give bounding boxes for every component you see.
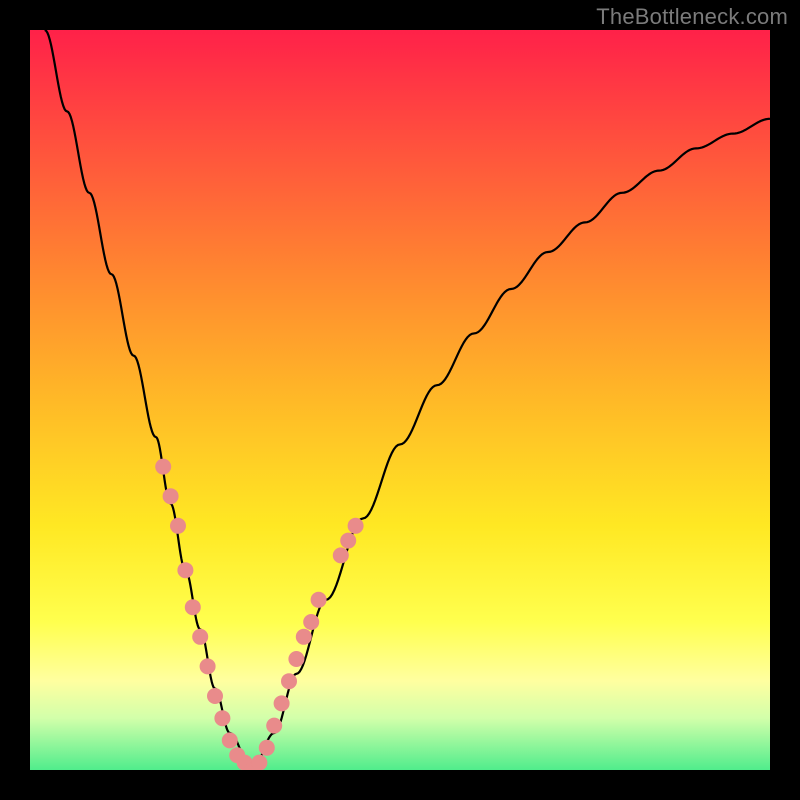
bottleneck-curve-svg [30, 30, 770, 770]
curve-marker [274, 695, 290, 711]
curve-marker [296, 629, 312, 645]
curve-marker [259, 740, 275, 756]
curve-marker [340, 533, 356, 549]
curve-marker [311, 592, 327, 608]
curve-marker [200, 658, 216, 674]
plot-area [30, 30, 770, 770]
bottleneck-curve-line [45, 30, 770, 770]
curve-marker [333, 547, 349, 563]
curve-marker [281, 673, 297, 689]
curve-marker [192, 629, 208, 645]
curve-marker [222, 732, 238, 748]
curve-marker [348, 518, 364, 534]
curve-marker [155, 459, 171, 475]
curve-markers [155, 459, 363, 770]
curve-marker [163, 488, 179, 504]
curve-marker [214, 710, 230, 726]
curve-marker [288, 651, 304, 667]
curve-marker [251, 755, 267, 770]
curve-marker [185, 599, 201, 615]
curve-marker [266, 718, 282, 734]
chart-frame: TheBottleneck.com [0, 0, 800, 800]
curve-marker [177, 562, 193, 578]
curve-marker [170, 518, 186, 534]
curve-marker [207, 688, 223, 704]
watermark-text: TheBottleneck.com [596, 4, 788, 30]
curve-marker [303, 614, 319, 630]
